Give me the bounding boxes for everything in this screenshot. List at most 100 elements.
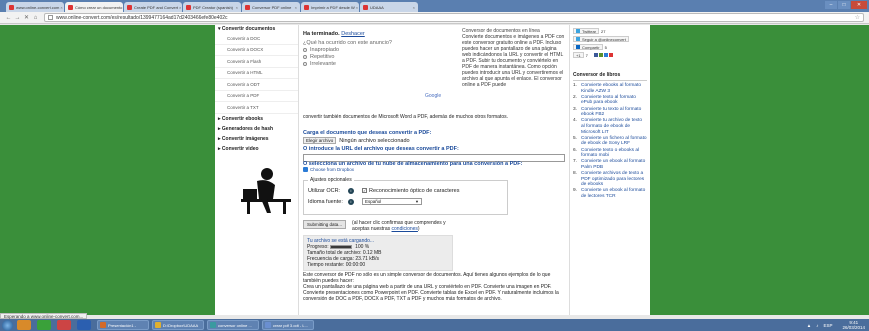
taskbar-window[interactable]: crear pdf 3.odt - L... [262,320,314,330]
ebook-converter-link[interactable]: 2. Convierte texto al formato ePub para e… [573,95,647,106]
plus-share-icon[interactable] [608,53,613,57]
ebook-converter-link[interactable]: 7. Convierte un ebook al formato Palm PDB [573,159,647,170]
nav-category[interactable]: ▸ Convertir video [215,144,298,154]
close-tab-icon[interactable]: × [59,5,62,10]
nav-category-label: Convertir ebooks [221,115,264,122]
clock[interactable]: 9:41 26/03/2014 [837,320,865,330]
close-tab-icon[interactable]: × [355,5,358,10]
terms-link[interactable]: condiciones [392,226,418,232]
close-tab-icon[interactable]: × [178,5,181,10]
taskbar-windows: Presentación1 - D:\Dropbox\UDAAA conversor… [97,320,317,330]
ebook-converter-link[interactable]: 6. Convierte texto o ebooks al formato mo… [573,148,647,159]
favicon-icon [127,4,132,10]
language-select[interactable]: Español ▼ [362,198,422,205]
tweet-button[interactable]: Twittear [573,28,600,34]
maximize-icon[interactable]: □ [838,1,850,9]
word-icon[interactable] [77,320,91,330]
info-icon[interactable]: i [348,198,354,205]
survey-option-label: Repetitivo [310,54,335,60]
browser-tab[interactable]: Cómo crear un documento× [65,2,123,12]
ebook-converter-label: Convierte texto o ebooks al formato mobi [581,147,640,159]
volume-icon[interactable]: ♪ [816,323,818,328]
nav-subitem[interactable]: Convertir a ODT [215,79,298,91]
choose-file-button[interactable]: Elegir archivo [303,137,337,144]
browser-tab[interactable]: Imprimir a PDF desde W × [301,2,359,12]
email-icon[interactable] [603,53,608,57]
nav-subitem[interactable]: Convertir a PDF [215,91,298,102]
follow-button[interactable]: Seguir a @onlineconvert [573,36,629,42]
ebook-converter-link[interactable]: 9. Convierte un ebook al formato de lecto… [573,188,647,199]
list-number: 6. [573,147,578,153]
favicon-icon [245,4,250,10]
nav-categories: ▸ Convertir ebooks ▸ Generadores de hash ▸… [215,114,298,154]
survey-option[interactable]: Irrelevante [303,61,405,67]
close-tab-icon[interactable]: × [412,5,415,10]
ebook-converter-link[interactable]: 4. Convierte tu archivo de texto al forma… [573,118,647,135]
nav-header-documents[interactable]: ▾ Convertir documentos [215,25,298,33]
close-tab-icon[interactable]: × [294,5,297,10]
close-tab-icon[interactable]: × [235,5,238,10]
list-number: 3. [573,106,578,112]
stop-icon[interactable]: ✕ [22,14,31,21]
browser-tab[interactable]: Conversor PDF online × [242,2,300,12]
close-window-icon[interactable]: ✕ [851,1,867,9]
url-field[interactable]: www.online-convert.com/es/resultado/1399… [44,13,864,22]
ebook-converter-label: Convierte tu archivo de texto al formato… [581,118,643,135]
nav-subitem[interactable]: Convertir a DOCX [215,45,298,56]
submit-button[interactable]: Submitting data... [303,220,347,229]
ebook-converter-link[interactable]: 1. Convierte ebooks al formato Kindle AZW… [573,83,647,94]
acrobat-icon[interactable] [57,320,71,330]
linkedin-share-button[interactable]: Compartir [573,44,603,50]
ebook-converter-link[interactable]: 5. Convierte un fichero al formato de ebo… [573,136,647,147]
nav-subitem[interactable]: Convertir a DOC [215,33,298,45]
app-icon [265,322,271,328]
browser-tab[interactable]: UDAAA × [360,2,418,12]
browser-tab[interactable]: www.online-convert.com × [6,2,64,12]
start-button[interactable] [2,319,13,331]
twitter-icon [576,29,580,33]
dropbox-button[interactable]: Choose from Dropbox [303,167,354,172]
radio-button[interactable] [303,62,307,66]
bookmark-star-icon[interactable]: ☆ [855,14,860,21]
survey-option-label: Irrelevante [310,61,336,67]
firefox-icon[interactable] [17,320,31,330]
survey-question: ¿Qué ha ocurrido con este anuncio? [303,40,392,46]
ebook-converter-link[interactable]: 8. Convierte archivos de texto a PDF opti… [573,171,647,188]
nav-subitem[interactable]: Convertir a Flash [215,56,298,68]
survey-option[interactable]: Repetitivo [303,54,405,60]
browser-tab[interactable]: PDF Creator (spanish) × [183,2,241,12]
share-icon[interactable] [598,53,603,57]
nav-subitem[interactable]: Convertir a HTML [215,68,298,79]
back-arrow-icon[interactable]: ← [4,15,13,21]
list-number: 5. [573,135,578,141]
radio-button[interactable] [303,55,307,59]
home-icon[interactable]: ⌂ [31,15,40,21]
ebook-converter-list: 1. Convierte ebooks al formato Kindle AZW… [573,83,647,200]
gplus-button[interactable]: +1 [573,52,584,58]
nav-category[interactable]: ▸ Generadores de hash [215,124,298,134]
chrome-icon[interactable] [37,320,51,330]
network-icon[interactable]: ▲ [807,323,811,328]
facebook-icon[interactable] [593,53,598,57]
nav-category[interactable]: ▸ Convertir imágenes [215,134,298,144]
radio-button[interactable] [303,48,307,52]
intro-text-tail: convertir también documentos de Microsof… [303,114,508,120]
taskbar-window[interactable]: D:\Dropbox\UDAAA [152,320,204,330]
browser-tab[interactable]: Create PDF and Convert × [124,2,182,12]
list-number: 1. [573,83,578,88]
address-bar: ← → ✕ ⌂ www.online-convert.com/es/result… [0,12,869,24]
taskbar-window[interactable]: Presentación1 - [97,320,149,330]
info-icon[interactable]: i [348,187,354,194]
forward-arrow-icon[interactable]: → [13,15,22,21]
ebook-converter-link[interactable]: 3. Convierte tu texto al formato ebook FB… [573,107,647,118]
input-language[interactable]: ESP [823,323,832,328]
taskbar-window[interactable]: conversor online ... [207,320,259,330]
minimize-icon[interactable]: – [825,1,837,9]
undo-link[interactable]: Deshacer [341,31,365,37]
survey-option[interactable]: Inapropiado [303,47,405,53]
ocr-label: Utilizar OCR: [308,187,341,194]
nav-subitem[interactable]: Convertir a TXT [215,102,298,114]
nav-category[interactable]: ▸ Convertir ebooks [215,114,298,124]
ocr-checkbox[interactable]: ✓ [362,188,367,193]
close-tab-icon[interactable]: × [122,5,123,10]
